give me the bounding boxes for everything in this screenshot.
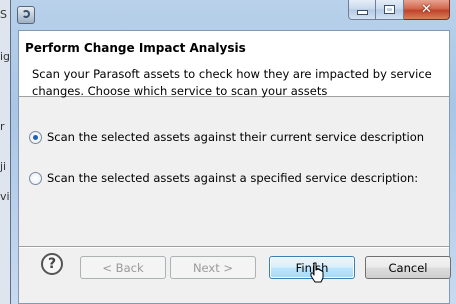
- close-button[interactable]: ✕: [404, 0, 450, 20]
- cancel-button[interactable]: Cancel: [365, 256, 451, 279]
- next-button[interactable]: Next >: [170, 256, 256, 279]
- radio-button-checked[interactable]: [29, 130, 42, 144]
- window-controls: ✕: [348, 0, 450, 20]
- close-icon: ✕: [421, 2, 432, 17]
- minimize-button[interactable]: [348, 0, 376, 20]
- option-label: Scan the selected assets against their c…: [47, 130, 425, 144]
- maximize-button[interactable]: [376, 0, 404, 20]
- radio-button[interactable]: [29, 171, 42, 185]
- background-text: S: [0, 8, 7, 21]
- background-text: r: [0, 120, 5, 133]
- dialog-body: Perform Change Impact Analysis Scan your…: [18, 30, 451, 304]
- dialog-window: ✕ Perform Change Impact Analysis Scan yo…: [10, 0, 456, 304]
- background-text: ig: [0, 50, 11, 63]
- option-specified-service[interactable]: Scan the selected assets against a speci…: [29, 171, 418, 185]
- button-bar-divider: [19, 246, 449, 248]
- option-current-service[interactable]: Scan the selected assets against their c…: [29, 130, 424, 144]
- back-button[interactable]: < Back: [80, 256, 166, 279]
- option-label: Scan the selected assets against a speci…: [47, 171, 419, 185]
- page-description: Scan your Parasoft assets to check how t…: [32, 67, 432, 98]
- minimize-icon: [356, 10, 368, 15]
- background-text: vi: [0, 190, 10, 203]
- maximize-icon: [384, 5, 395, 14]
- background-text: ji: [0, 160, 7, 173]
- pointer-cursor-icon: [310, 262, 324, 283]
- help-icon[interactable]: ?: [41, 253, 63, 275]
- app-icon[interactable]: [17, 6, 35, 24]
- title-bar[interactable]: ✕: [11, 0, 456, 30]
- wizard-header: Perform Change Impact Analysis Scan your…: [19, 31, 449, 98]
- page-title: Perform Change Impact Analysis: [25, 41, 246, 55]
